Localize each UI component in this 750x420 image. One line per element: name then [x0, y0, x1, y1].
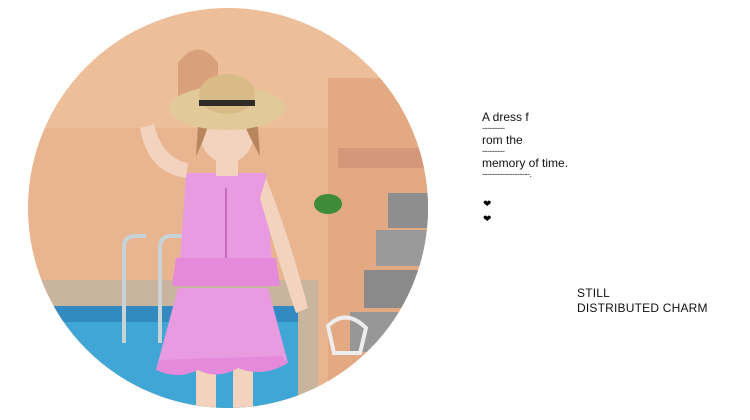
dash-separator-2: ---------	[482, 147, 505, 156]
dash-separator-3: -------------------.	[482, 170, 532, 179]
charm-line-2: DISTRIBUTED CHARM	[577, 301, 708, 315]
model-photo-circle	[28, 8, 428, 408]
charm-line-1: STILL	[577, 286, 611, 300]
stair-step	[376, 230, 428, 266]
stair-step	[364, 270, 428, 308]
story-line-1: A dress f	[482, 110, 529, 124]
story-line-2: rom the	[482, 133, 523, 147]
plant	[314, 194, 342, 214]
story-text: A dress f --------- rom the --------- me…	[482, 110, 602, 179]
stair-step	[388, 193, 428, 228]
dash-separator-1: ---------	[482, 124, 505, 133]
heart-icon: ❤	[483, 199, 492, 210]
charm-caption: STILL DISTRIBUTED CHARM	[577, 286, 708, 316]
model-photo	[28, 8, 428, 408]
story-line-3: memory of time.	[482, 156, 569, 170]
hearts: ❤ ❤	[483, 197, 491, 227]
heart-icon: ❤	[483, 214, 492, 225]
